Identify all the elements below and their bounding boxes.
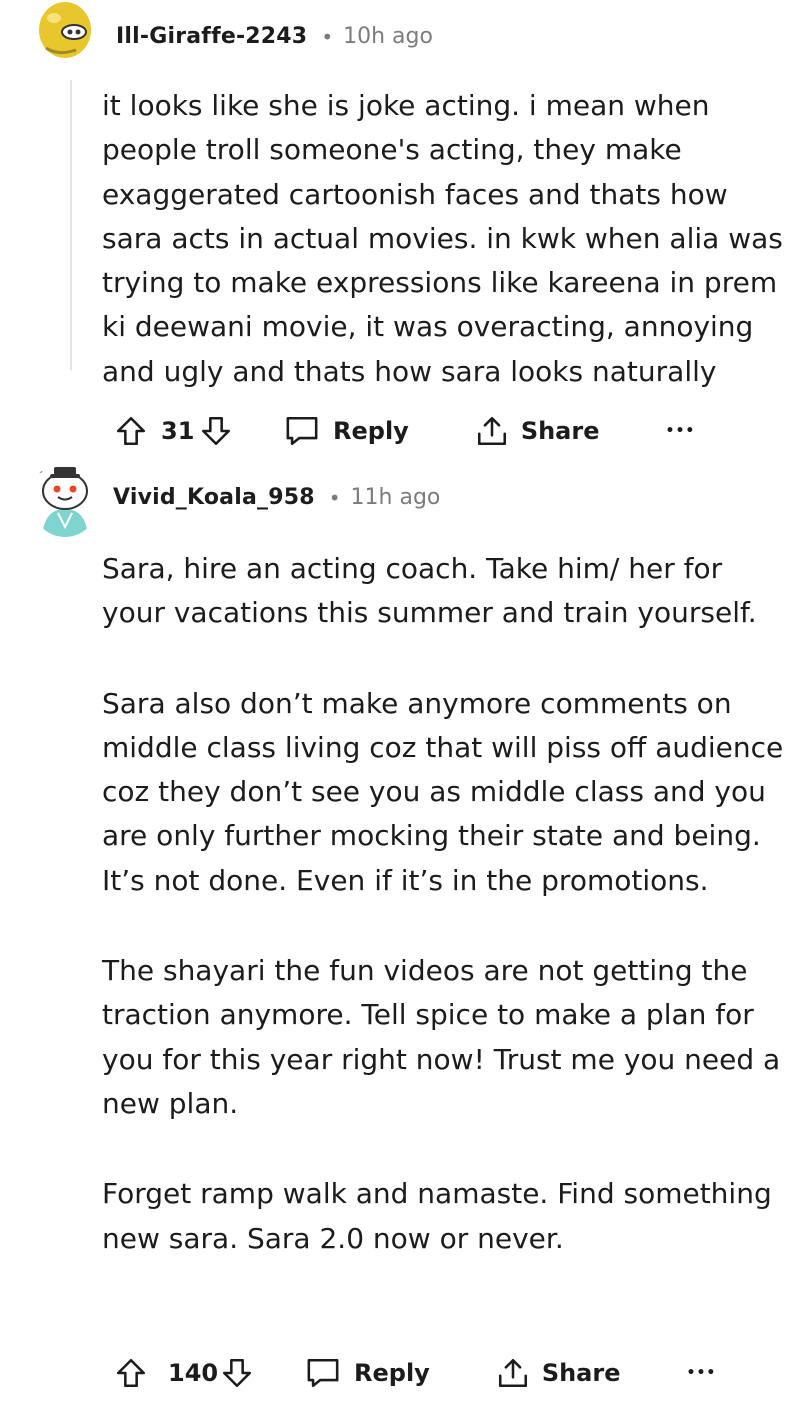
comment-meta: Vivid_Koala_958 • 11h ago bbox=[113, 485, 440, 510]
username[interactable]: Vivid_Koala_958 bbox=[113, 485, 315, 510]
timestamp[interactable]: 11h ago bbox=[351, 485, 441, 510]
comment-actions: 140 Reply Share ••• bbox=[114, 1356, 716, 1390]
more-options-button[interactable]: ••• bbox=[666, 423, 696, 439]
meta-separator: • bbox=[321, 24, 334, 49]
share-button[interactable]: Share bbox=[475, 414, 600, 448]
reply-button[interactable]: Reply bbox=[304, 1356, 430, 1390]
share-label: Share bbox=[541, 1359, 621, 1387]
share-button[interactable]: Share bbox=[496, 1356, 621, 1390]
upvote-arrow-icon[interactable] bbox=[114, 1356, 148, 1390]
comment-ill-giraffe: Ill-Giraffe-2243 • 10h ago it looks like… bbox=[0, 0, 791, 460]
comment-body: Sara, hire an acting coach. Take him/ he… bbox=[102, 547, 791, 1307]
user-avatar[interactable] bbox=[30, 461, 100, 537]
speech-bubble-icon bbox=[283, 414, 321, 448]
vote-count: 31 bbox=[161, 417, 195, 445]
meta-separator: • bbox=[328, 485, 341, 510]
reply-label: Reply bbox=[354, 1359, 430, 1387]
share-arrow-icon bbox=[475, 414, 509, 448]
comment-paragraph: Sara also don’t make anymore comments on… bbox=[102, 686, 784, 897]
comment-vivid-koala: Vivid_Koala_958 • 11h ago Sara, hire an … bbox=[0, 455, 791, 1403]
downvote-arrow-icon[interactable] bbox=[199, 414, 233, 448]
comment-meta: Ill-Giraffe-2243 • 10h ago bbox=[116, 24, 433, 49]
thread-line[interactable] bbox=[70, 80, 72, 370]
more-options-button[interactable]: ••• bbox=[687, 1365, 717, 1381]
reply-label: Reply bbox=[333, 417, 409, 445]
comment-actions: 31 Reply Share ••• bbox=[114, 414, 695, 448]
user-avatar[interactable] bbox=[36, 0, 94, 58]
snoo-avatar-icon bbox=[36, 0, 94, 58]
comment-paragraph: The shayari the fun videos are not getti… bbox=[102, 954, 781, 1120]
comment-paragraph: it looks like she is joke acting. i mean… bbox=[102, 89, 783, 388]
timestamp[interactable]: 10h ago bbox=[343, 24, 433, 49]
snoo-avatar-icon bbox=[30, 461, 100, 537]
upvote-arrow-icon[interactable] bbox=[114, 414, 148, 448]
speech-bubble-icon bbox=[304, 1356, 342, 1390]
comment-body: it looks like she is joke acting. i mean… bbox=[102, 84, 791, 394]
username[interactable]: Ill-Giraffe-2243 bbox=[116, 24, 307, 49]
comment-paragraph: Forget ramp walk and namaste. Find somet… bbox=[102, 1177, 772, 1255]
downvote-arrow-icon[interactable] bbox=[220, 1356, 254, 1390]
comment-paragraph: Sara, hire an acting coach. Take him/ he… bbox=[102, 552, 757, 630]
share-label: Share bbox=[520, 417, 600, 445]
vote-count: 140 bbox=[168, 1359, 219, 1387]
reply-button[interactable]: Reply bbox=[283, 414, 409, 448]
share-arrow-icon bbox=[496, 1356, 530, 1390]
